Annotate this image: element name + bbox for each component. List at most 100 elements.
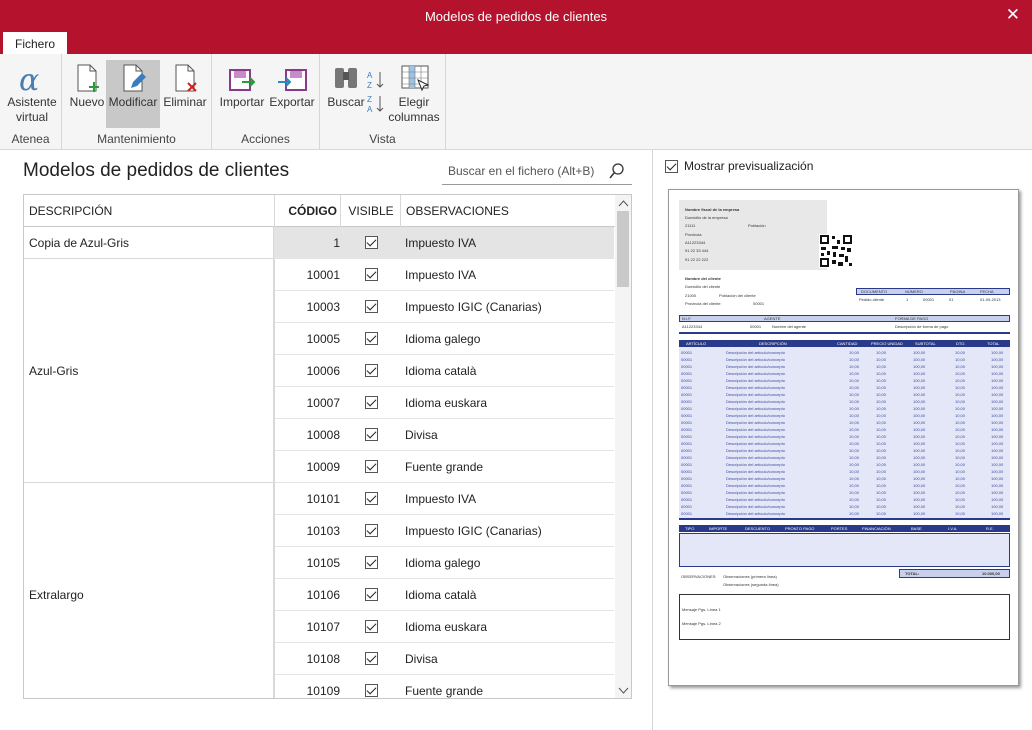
line-cell: 00001: [681, 427, 693, 432]
line-cell: 00001: [681, 406, 693, 411]
totals-header-vat: I.V.A.: [948, 526, 958, 531]
table-row[interactable]: 10009 Fuente grande: [274, 451, 614, 483]
client-province: Provincia del cliente: [685, 301, 721, 306]
table-row[interactable]: 10006 Idioma català: [274, 355, 614, 387]
line-cell: 100,00: [913, 350, 926, 355]
visible-checkbox[interactable]: [365, 460, 378, 473]
visible-checkbox[interactable]: [365, 236, 378, 249]
line-cell: Descripción del artículo/concepto: [726, 385, 785, 390]
title-bar: Modelos de pedidos de clientes ✕: [0, 0, 1032, 32]
visible-checkbox[interactable]: [365, 588, 378, 601]
close-icon[interactable]: ✕: [1006, 5, 1020, 25]
line-cell: Descripción del artículo/concepto: [726, 504, 785, 509]
line-cell: 100,00: [913, 490, 926, 495]
line-cell: 10,00: [849, 378, 860, 383]
visible-checkbox[interactable]: [365, 556, 378, 569]
table-row[interactable]: 10105 Idioma galego: [274, 547, 614, 579]
line-cell: 100,00: [991, 413, 1004, 418]
table-row[interactable]: 10001 Impuesto IVA: [274, 259, 614, 291]
separator-line: [679, 332, 1010, 334]
table-row[interactable]: 10101 Impuesto IVA: [274, 483, 614, 515]
code-cell: 10007: [306, 396, 340, 410]
table-row[interactable]: 10106 Idioma català: [274, 579, 614, 611]
column-header-visible[interactable]: VISIBLE: [341, 195, 401, 227]
preview-toggle-label: Mostrar previsualización: [684, 159, 814, 173]
line-cell: 100,00: [991, 441, 1004, 446]
visible-checkbox[interactable]: [365, 428, 378, 441]
line-cell: Descripción del artículo/concepto: [726, 357, 785, 362]
choose-columns-button[interactable]: Elegir columnas: [388, 60, 440, 128]
visible-checkbox[interactable]: [365, 684, 378, 697]
visible-checkbox[interactable]: [365, 396, 378, 409]
visible-checkbox[interactable]: [365, 300, 378, 313]
totals-header-re: R.E.: [986, 526, 994, 531]
search-input[interactable]: Buscar en el fichero (Alt+B): [442, 158, 632, 185]
search-button[interactable]: Buscar: [326, 60, 366, 128]
line-cell: 00001: [681, 350, 693, 355]
group-cell-copia-azul-gris[interactable]: Copia de Azul-Gris: [24, 227, 274, 259]
table-row[interactable]: 10109 Fuente grande: [274, 675, 614, 698]
line-cell: 10,00: [876, 497, 887, 502]
table-row[interactable]: 10108 Divisa: [274, 643, 614, 675]
tab-row: [0, 32, 1032, 54]
table-row[interactable]: 10005 Idioma galego: [274, 323, 614, 355]
line-cell: 10,00: [849, 483, 860, 488]
group-cell-extralargo[interactable]: Extralargo: [24, 483, 274, 698]
table-row[interactable]: 10103 Impuesto IGIC (Canarias): [274, 515, 614, 547]
export-button[interactable]: Exportar: [268, 60, 316, 128]
assistant-label: Asistente virtual: [7, 95, 57, 124]
new-button[interactable]: Nuevo: [67, 60, 107, 128]
tab-fichero[interactable]: Fichero: [3, 32, 67, 55]
line-cell: 10,00: [876, 469, 887, 474]
line-cell: 100,00: [991, 434, 1004, 439]
preview-checkbox[interactable]: [665, 159, 678, 173]
table-row[interactable]: 10007 Idioma euskara: [274, 387, 614, 419]
column-header-observations[interactable]: OBSERVACIONES: [401, 195, 615, 227]
column-header-description[interactable]: DESCRIPCIÓN: [24, 195, 274, 227]
group-cell-azul-gris[interactable]: Azul-Gris: [24, 259, 274, 483]
new-doc-icon: [77, 64, 99, 92]
column-header-code[interactable]: CÓDIGO: [274, 195, 341, 227]
footer-box: [679, 594, 1010, 640]
line-cell: 100,00: [913, 378, 926, 383]
scroll-up-icon[interactable]: [618, 199, 629, 207]
delete-button[interactable]: Eliminar: [162, 60, 208, 128]
line-cell: 100,00: [913, 504, 926, 509]
scrollbar-thumb[interactable]: [617, 211, 629, 287]
lines-header-unit-price: PRECIO UNIDAD: [871, 341, 903, 346]
sort-descending-button[interactable]: ZA: [366, 92, 388, 160]
visible-checkbox[interactable]: [365, 492, 378, 505]
line-cell: Descripción del artículo/concepto: [726, 371, 785, 376]
visible-checkbox[interactable]: [365, 620, 378, 633]
table-row[interactable]: 10003 Impuesto IGIC (Canarias): [274, 291, 614, 323]
table-row[interactable]: 10107 Idioma euskara: [274, 611, 614, 643]
line-cell: Descripción del artículo/concepto: [726, 455, 785, 460]
visible-checkbox[interactable]: [365, 332, 378, 345]
import-button[interactable]: Importar: [218, 60, 266, 128]
table-row[interactable]: 10008 Divisa: [274, 419, 614, 451]
line-cell: Descripción del artículo/concepto: [726, 490, 785, 495]
visible-checkbox[interactable]: [365, 364, 378, 377]
line-cell: 10,00: [876, 413, 887, 418]
line-cell: 100,00: [913, 413, 926, 418]
table-row[interactable]: 1 Impuesto IVA: [274, 227, 614, 259]
line-cell: 10,00: [955, 385, 966, 390]
line-cell: 10,00: [849, 434, 860, 439]
assistant-button[interactable]: α Asistente virtual: [5, 60, 59, 128]
code-cell: 10109: [306, 684, 340, 698]
line-cell: 10,00: [955, 413, 966, 418]
modify-button[interactable]: Modificar: [106, 60, 160, 128]
line-cell: 10,00: [876, 350, 887, 355]
preview-toggle[interactable]: Mostrar previsualización: [665, 159, 813, 173]
visible-checkbox[interactable]: [365, 524, 378, 537]
doc-header-page: PÁGINA: [950, 289, 966, 294]
scroll-down-icon[interactable]: [618, 687, 629, 695]
visible-checkbox[interactable]: [365, 652, 378, 665]
lines-header-article: ARTÍCULO: [686, 341, 707, 346]
line-cell: Descripción del artículo/concepto: [726, 434, 785, 439]
doc-value-date: 01-09-2013: [980, 297, 1001, 302]
line-cell: 10,00: [955, 427, 966, 432]
search-icon[interactable]: [608, 162, 626, 180]
visible-checkbox[interactable]: [365, 268, 378, 281]
line-cell: 00001: [681, 448, 693, 453]
